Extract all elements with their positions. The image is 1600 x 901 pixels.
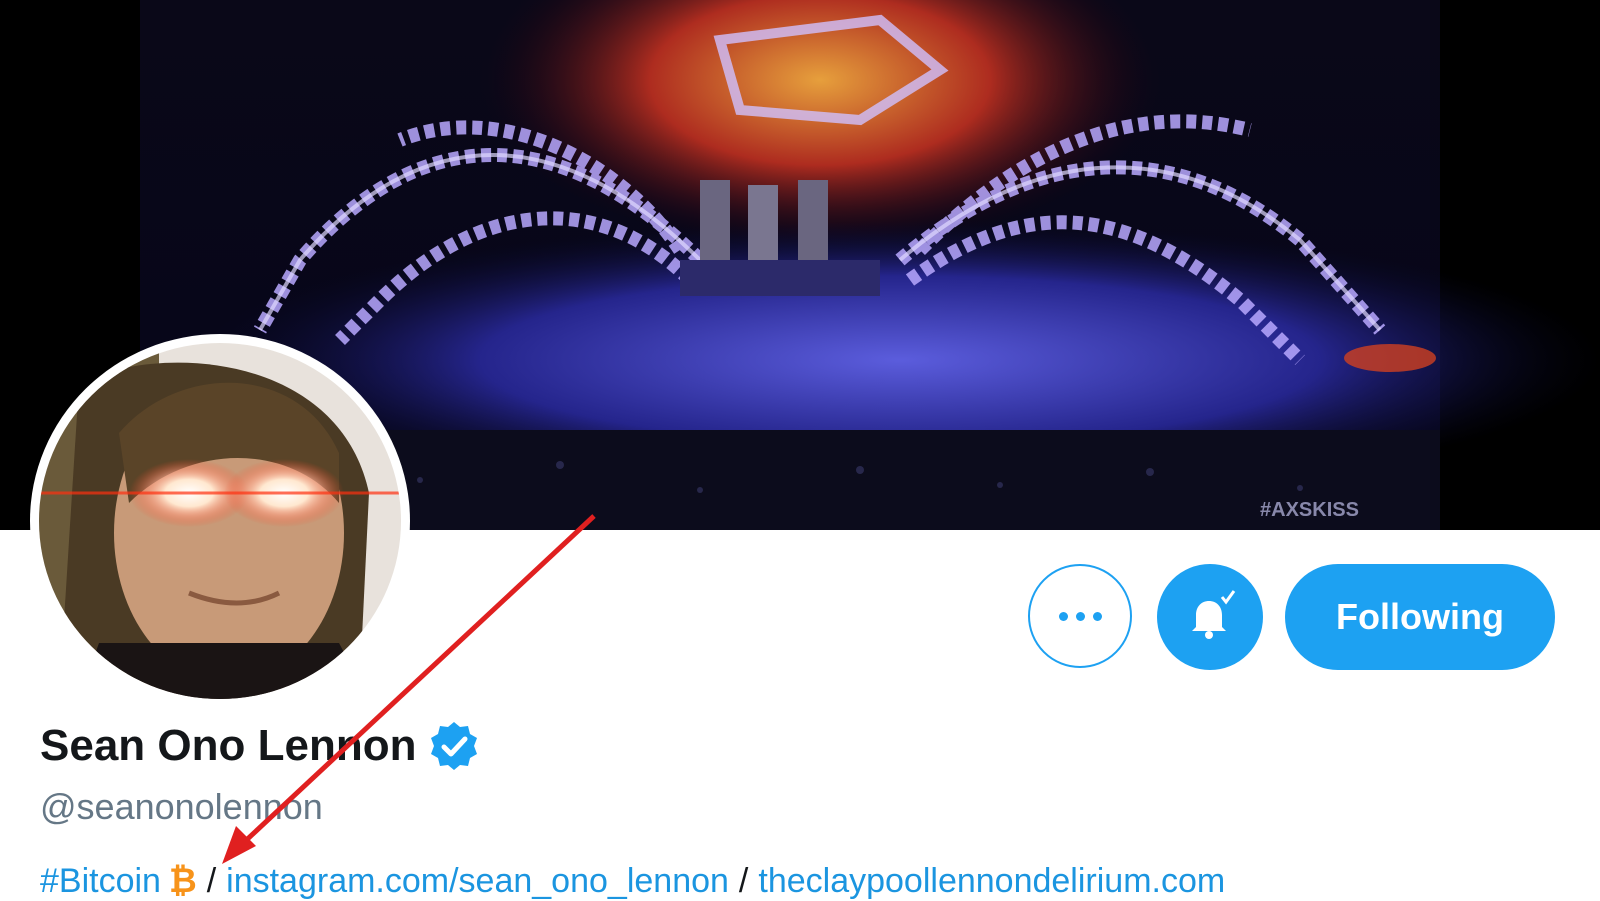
profile-handle: @seanonolennon <box>40 786 323 827</box>
banner-watermark: #AXSKISS <box>1260 499 1359 521</box>
bio-link-website[interactable]: theclaypoollennondelirium.com <box>758 862 1225 900</box>
notifications-button[interactable] <box>1157 564 1263 670</box>
verified-badge-icon <box>431 722 478 770</box>
bio-hashtag-link[interactable]: #Bitcoin <box>40 862 161 900</box>
bio-link-instagram[interactable]: instagram.com/sean_ono_lennon <box>226 862 729 900</box>
bitcoin-icon: ₿ <box>168 862 197 900</box>
following-button[interactable]: Following <box>1285 564 1555 670</box>
avatar-photo <box>39 343 401 699</box>
profile-name-row: Sean Ono Lennon <box>40 720 480 772</box>
profile-bio: #Bitcoin ₿ / instagram.com/sean_ono_lennon /… <box>40 862 1225 901</box>
profile-name: Sean Ono Lennon <box>40 721 417 770</box>
bio-separator: / <box>738 862 749 900</box>
profile-avatar[interactable] <box>30 334 410 708</box>
bell-check-icon <box>1192 590 1236 639</box>
more-options-button[interactable] <box>1028 564 1132 668</box>
more-horizontal-icon <box>1058 611 1102 621</box>
bio-separator: / <box>206 862 217 900</box>
